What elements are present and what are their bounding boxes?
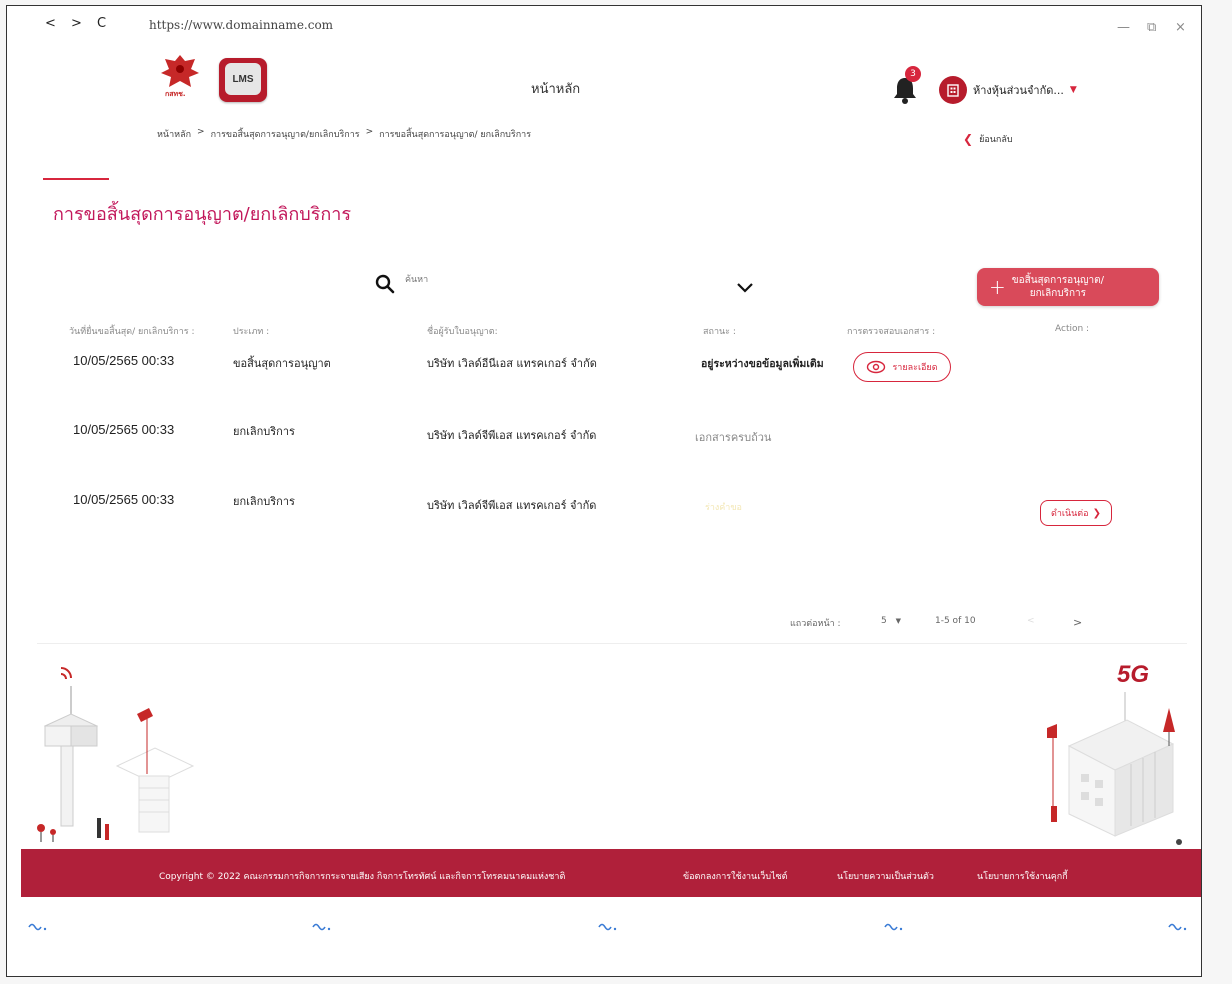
- close-window-button[interactable]: ×: [1175, 20, 1186, 35]
- forward-nav-button[interactable]: >: [71, 16, 82, 31]
- view-detail-label: รายละเอียด: [892, 363, 938, 373]
- row-type: ขอสิ้นสุดการอนุญาต: [233, 357, 331, 370]
- footer-terms-link[interactable]: ข้อตกลงการใช้งานเว็บไซต์: [683, 869, 788, 883]
- row-type: ยกเลิกบริการ: [233, 425, 295, 438]
- plus-icon: +: [989, 275, 1006, 299]
- row-status: อยู่ระหว่างขอข้อมูลเพิ่มเติม: [701, 358, 824, 370]
- breadcrumb-item-current: การขอสิ้นสุดการอนุญาต/ ยกเลิกบริการ: [379, 130, 532, 140]
- wave-icon: [28, 923, 47, 931]
- row-licensee: บริษัท เวิลด์จีพีเอส แทรคเกอร์ จำกัด: [427, 429, 597, 442]
- footer-privacy-link[interactable]: นโยบายความเป็นส่วนตัว: [837, 869, 934, 883]
- back-link[interactable]: ❮ ย้อนกลับ: [963, 132, 1013, 146]
- building-icon: [939, 76, 967, 104]
- column-header-licensee: ชื่อผู้รับใบอนุญาต:: [427, 327, 498, 337]
- breadcrumb-separator: >: [197, 127, 205, 137]
- back-nav-button[interactable]: <: [45, 16, 56, 31]
- add-button-label: ขอสิ้นสุดการอนุญาต/ ยกเลิกบริการ: [1012, 274, 1104, 300]
- footer-copyright: Copyright © 2022 คณะกรรมการกิจการกระจายเ…: [159, 872, 566, 882]
- title-accent-line: [43, 178, 109, 180]
- wave-icon: [1168, 923, 1187, 931]
- add-button-label-line1: ขอสิ้นสุดการอนุญาต/: [1011, 275, 1105, 286]
- search-icon[interactable]: [375, 274, 395, 294]
- eye-icon: [867, 360, 886, 374]
- add-button-label-line2: ยกเลิกบริการ: [1029, 288, 1087, 299]
- add-termination-request-button[interactable]: + ขอสิ้นสุดการอนุญาต/ ยกเลิกบริการ: [977, 268, 1159, 306]
- rows-per-page-value: 5: [881, 616, 887, 626]
- back-link-label: ย้อนกลับ: [979, 135, 1013, 145]
- page-range: 1-5 of 10: [935, 616, 976, 626]
- minimize-button[interactable]: —: [1117, 20, 1130, 35]
- breadcrumb-item-termination[interactable]: การขอสิ้นสุดการอนุญาต/ยกเลิกบริการ: [211, 127, 360, 141]
- lms-logo-label: LMS: [225, 63, 261, 95]
- company-name: ห้างหุ้นส่วนจำกัด...: [973, 84, 1064, 97]
- wave-icon: [884, 923, 903, 931]
- breadcrumb-separator: >: [365, 127, 374, 137]
- chevron-right-icon: ❯: [1092, 507, 1101, 519]
- view-detail-button[interactable]: รายละเอียด: [853, 352, 951, 382]
- reload-button[interactable]: C: [97, 16, 106, 31]
- rows-per-page-select[interactable]: 5 ▼: [881, 616, 901, 626]
- garuda-caption: กสทช.: [165, 90, 186, 98]
- page-title: การขอสิ้นสุดการอนุญาต/ยกเลิกบริการ: [53, 204, 352, 225]
- 5g-badge: 5G: [1117, 661, 1150, 688]
- breadcrumb: หน้าหลัก > การขอสิ้นสุดการอนุญาต/ยกเลิกบ…: [157, 127, 531, 141]
- browser-window: < > C https://www.domainname.com — ⧉ × ก…: [6, 5, 1202, 977]
- row-licensee: บริษัท เวิลด์อีนีเอส แทรคเกอร์ จำกัด: [427, 357, 597, 370]
- row-date: 10/05/2565 00:33: [73, 492, 175, 507]
- next-page-button[interactable]: >: [1073, 616, 1082, 629]
- column-header-date: วันที่ยื่นขอสิ้นสุด/ ยกเลิกบริการ :: [69, 327, 195, 337]
- notification-badge: 3: [905, 66, 921, 82]
- browser-toolbar: < > C https://www.domainname.com — ⧉ ×: [7, 6, 1201, 46]
- garuda-logo[interactable]: กสทช.: [157, 51, 203, 103]
- address-bar[interactable]: https://www.domainname.com: [149, 18, 333, 32]
- divider: [37, 643, 1187, 644]
- wave-icon: [598, 923, 617, 931]
- continue-button[interactable]: ดำเนินต่อ ❯: [1040, 500, 1112, 526]
- chevron-down-icon[interactable]: [735, 280, 755, 294]
- chevron-left-icon: ❮: [963, 132, 974, 146]
- prev-page-button[interactable]: <: [1027, 616, 1035, 626]
- row-date: 10/05/2565 00:33: [73, 422, 175, 437]
- building-5g-illustration-icon: [1047, 692, 1182, 845]
- continue-label: ดำเนินต่อ: [1051, 509, 1089, 519]
- column-header-type: ประเภท :: [233, 327, 270, 337]
- row-date: 10/05/2565 00:33: [73, 353, 175, 368]
- row-licensee: บริษัท เวิลด์จีพีเอส แทรคเกอร์ จำกัด: [427, 499, 597, 512]
- column-header-action: Action :: [1055, 324, 1090, 334]
- wave-icon: [312, 923, 331, 931]
- column-header-status: สถานะ :: [703, 327, 736, 337]
- search-input[interactable]: [405, 274, 705, 284]
- footer-cookie-link[interactable]: นโยบายการใช้งานคุกกี้: [977, 869, 1068, 883]
- home-nav-title[interactable]: หน้าหลัก: [531, 78, 580, 99]
- column-header-doc-check: การตรวจสอบเอกสาร :: [847, 327, 936, 337]
- tower-illustration-icon: [37, 667, 195, 842]
- company-selector[interactable]: ห้างหุ้นส่วนจำกัด... ▼: [939, 76, 1077, 104]
- row-status: เอกสารครบถ้วน: [695, 431, 772, 444]
- row-type: ยกเลิกบริการ: [233, 495, 295, 508]
- breadcrumb-item-home[interactable]: หน้าหลัก: [157, 127, 191, 141]
- restore-button[interactable]: ⧉: [1147, 20, 1156, 35]
- footer: Copyright © 2022 คณะกรรมการกิจการกระจายเ…: [21, 849, 1201, 897]
- lms-logo[interactable]: LMS: [219, 58, 267, 102]
- caret-down-icon: ▼: [895, 617, 901, 625]
- row-status: ร่างคำขอ: [705, 503, 742, 513]
- rows-per-page-label: แถวต่อหน้า :: [790, 619, 841, 629]
- caret-down-icon: ▼: [1069, 85, 1077, 95]
